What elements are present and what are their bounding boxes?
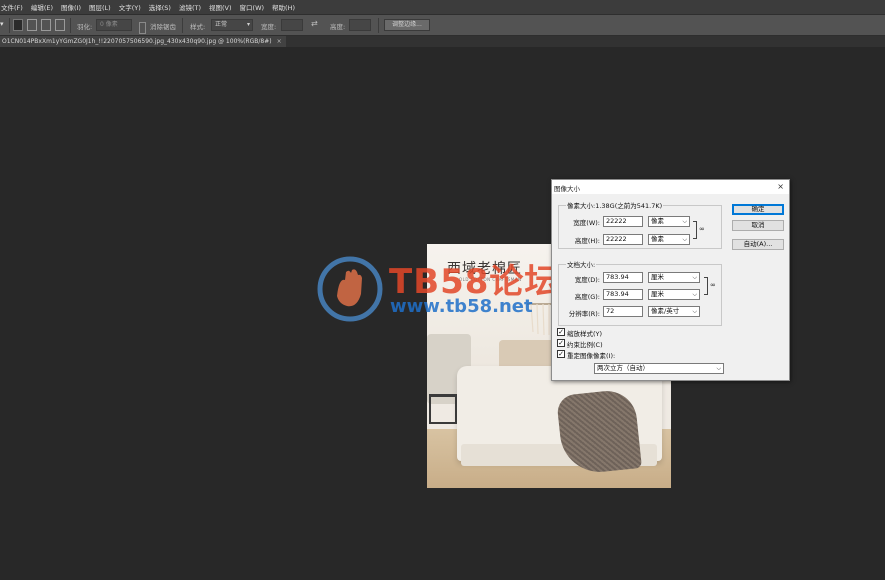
resample-method-value: 两次立方（自动） bbox=[597, 364, 649, 372]
divider bbox=[9, 18, 10, 33]
document-size-title: 文档大小: bbox=[566, 259, 597, 269]
doc-width-unit-select[interactable]: 厘米 ⌵ bbox=[648, 272, 700, 283]
chevron-down-icon: ⌵ bbox=[692, 308, 697, 315]
chevron-down-icon: ⌵ bbox=[682, 218, 687, 225]
menu-filter[interactable]: 滤镜(T) bbox=[179, 2, 201, 12]
pixel-width-unit-select[interactable]: 像素 ⌵ bbox=[648, 216, 690, 227]
pixel-width-unit: 像素 bbox=[651, 217, 664, 225]
options-bar: ▾ 羽化: 0 像素 消除锯齿 样式: 正常 ▾ 宽度: ⇄ 高度: 调整边缘..… bbox=[0, 14, 885, 36]
swap-icon[interactable]: ⇄ bbox=[311, 19, 318, 31]
ok-button[interactable]: 确定 bbox=[732, 204, 784, 215]
new-selection-icon[interactable] bbox=[13, 19, 23, 31]
close-icon[interactable]: × bbox=[277, 38, 282, 45]
doc-width-label: 宽度(D): bbox=[574, 276, 600, 284]
chain-link-icon: ∞ bbox=[710, 281, 716, 289]
constrain-proportions-label: 约束比例(C) bbox=[567, 341, 603, 349]
menu-select[interactable]: 选择(S) bbox=[149, 2, 171, 12]
pixel-height-unit-select[interactable]: 像素 ⌵ bbox=[648, 234, 690, 245]
chevron-down-icon: ⌵ bbox=[682, 236, 687, 243]
feather-input[interactable]: 0 像素 bbox=[96, 19, 132, 31]
height-label: 高度: bbox=[330, 23, 346, 31]
chain-link-icon: ∞ bbox=[699, 225, 705, 233]
watermark-text-url: www.tb58.net bbox=[390, 296, 533, 317]
width-label: 宽度: bbox=[261, 23, 277, 31]
style-label: 样式: bbox=[190, 23, 206, 31]
menu-type[interactable]: 文字(Y) bbox=[119, 2, 141, 12]
scale-styles-checkbox[interactable]: ✓ bbox=[557, 328, 565, 336]
height-input[interactable] bbox=[349, 19, 371, 31]
subtract-selection-icon[interactable] bbox=[41, 19, 51, 31]
dialog-title: 图像大小 bbox=[554, 185, 580, 193]
chevron-down-icon: ⌵ bbox=[716, 365, 721, 372]
menu-edit[interactable]: 编辑(E) bbox=[31, 2, 53, 12]
menu-window[interactable]: 窗口(W) bbox=[240, 2, 265, 12]
resolution-label: 分辨率(R): bbox=[568, 310, 600, 318]
add-selection-icon[interactable] bbox=[27, 19, 37, 31]
close-icon[interactable]: × bbox=[777, 182, 784, 191]
link-bracket bbox=[704, 277, 708, 295]
doc-height-unit-select[interactable]: 厘米 ⌵ bbox=[648, 289, 700, 300]
divider bbox=[70, 18, 71, 33]
tool-preset-arrow[interactable]: ▾ bbox=[0, 20, 6, 32]
pixel-width-input[interactable]: 22222 bbox=[603, 216, 643, 227]
pixel-dimensions-title: 像素大小:1.38G(之前为541.7K) bbox=[566, 200, 664, 210]
menu-file[interactable]: 文件(F) bbox=[1, 2, 23, 12]
divider bbox=[182, 18, 183, 33]
pixel-width-label: 宽度(W): bbox=[573, 219, 600, 227]
doc-height-label: 高度(G): bbox=[574, 293, 600, 301]
resample-label: 重定图像像素(I): bbox=[567, 352, 616, 360]
document-tab[interactable]: O1CN014PBxXm1yYGmZG0J1h_!!2207057506590.… bbox=[0, 36, 286, 47]
link-bracket bbox=[693, 221, 697, 239]
chevron-down-icon: ⌵ bbox=[692, 291, 697, 298]
constrain-proportions-checkbox[interactable]: ✓ bbox=[557, 339, 565, 347]
doc-width-unit: 厘米 bbox=[651, 273, 664, 281]
document-tab-bar: O1CN014PBxXm1yYGmZG0J1h_!!2207057506590.… bbox=[0, 36, 885, 47]
divider bbox=[378, 18, 379, 33]
menu-help[interactable]: 帮助(H) bbox=[272, 2, 295, 12]
refine-edge-button[interactable]: 调整边缘... bbox=[384, 19, 430, 31]
style-select[interactable]: 正常 ▾ bbox=[211, 19, 253, 31]
resample-checkbox[interactable]: ✓ bbox=[557, 350, 565, 358]
menu-view[interactable]: 视图(V) bbox=[209, 2, 232, 12]
image-size-dialog: 图像大小 × 像素大小:1.38G(之前为541.7K) 宽度(W): 2222… bbox=[551, 179, 790, 381]
dialog-titlebar[interactable]: 图像大小 × bbox=[552, 180, 789, 194]
resolution-input[interactable]: 72 bbox=[603, 306, 643, 317]
feather-label: 羽化: bbox=[77, 23, 93, 31]
document-tab-title: O1CN014PBxXm1yYGmZG0J1h_!!2207057506590.… bbox=[2, 38, 272, 45]
pixel-height-label: 高度(H): bbox=[574, 237, 600, 245]
doc-width-input[interactable]: 783.94 bbox=[603, 272, 643, 283]
resolution-unit: 像素/英寸 bbox=[651, 307, 680, 315]
pixel-height-unit: 像素 bbox=[651, 235, 664, 243]
chevron-down-icon: ⌵ bbox=[692, 274, 697, 281]
intersect-selection-icon[interactable] bbox=[55, 19, 65, 31]
doc-height-unit: 厘米 bbox=[651, 290, 664, 298]
antialias-label: 消除锯齿 bbox=[150, 23, 176, 31]
menu-image[interactable]: 图像(I) bbox=[61, 2, 81, 12]
doc-height-input[interactable]: 783.94 bbox=[603, 289, 643, 300]
resolution-unit-select[interactable]: 像素/英寸 ⌵ bbox=[648, 306, 700, 317]
pixel-height-input[interactable]: 22222 bbox=[603, 234, 643, 245]
scale-styles-label: 缩放样式(Y) bbox=[567, 330, 603, 338]
width-input[interactable] bbox=[281, 19, 303, 31]
cancel-button[interactable]: 取消 bbox=[732, 220, 784, 231]
watermark-logo-icon bbox=[317, 256, 383, 322]
resample-method-select[interactable]: 两次立方（自动） ⌵ bbox=[594, 363, 724, 374]
photo-side-table bbox=[429, 394, 457, 424]
chevron-down-icon: ▾ bbox=[246, 21, 250, 28]
menu-bar: 文件(F) 编辑(E) 图像(I) 图层(L) 文字(Y) 选择(S) 滤镜(T… bbox=[0, 0, 885, 14]
menu-layer[interactable]: 图层(L) bbox=[89, 2, 111, 12]
auto-button[interactable]: 自动(A)... bbox=[732, 239, 784, 250]
antialias-checkbox[interactable] bbox=[139, 22, 146, 34]
style-value: 正常 bbox=[215, 21, 228, 28]
